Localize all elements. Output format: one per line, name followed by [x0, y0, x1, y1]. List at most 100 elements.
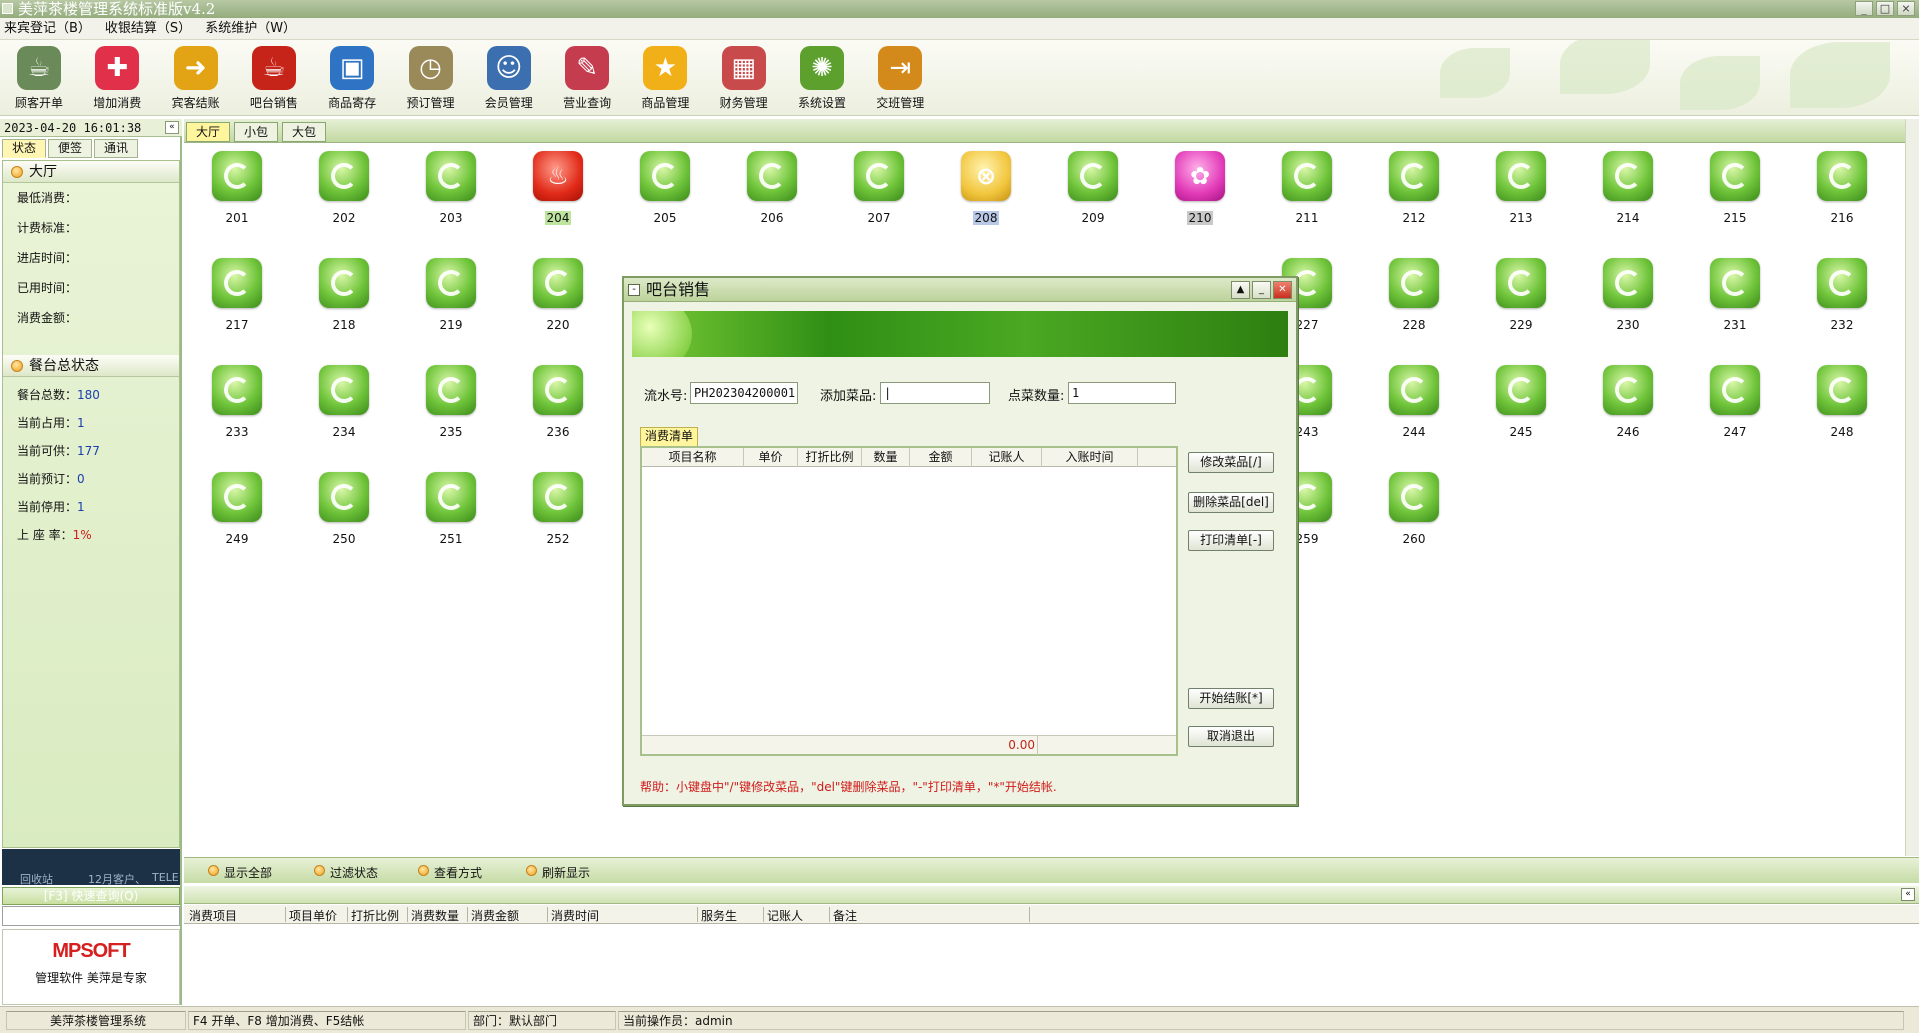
- maximize-button[interactable]: □: [1876, 1, 1894, 16]
- col-discount[interactable]: 打折比例: [798, 448, 862, 467]
- table-251[interactable]: 251: [416, 472, 486, 546]
- view-mode-button[interactable]: 查看方式: [418, 864, 482, 881]
- table-203[interactable]: 203: [416, 151, 486, 225]
- toolbar-button-8[interactable]: ✎ 营业查询: [550, 46, 624, 111]
- toolbar-button-5[interactable]: ▣ 商品寄存: [315, 46, 389, 111]
- table-246[interactable]: 246: [1593, 365, 1663, 439]
- toolbar-button-2[interactable]: ✚ 增加消费: [80, 46, 154, 111]
- tab-messages[interactable]: 通讯: [94, 139, 139, 158]
- detail-col-9[interactable]: 备注: [830, 907, 1030, 923]
- toolbar-button-9[interactable]: ★ 商品管理: [628, 46, 702, 111]
- close-button[interactable]: ×: [1897, 1, 1915, 16]
- add-item-input[interactable]: |: [880, 382, 990, 404]
- modify-item-button[interactable]: 修改菜品[/]: [1188, 452, 1274, 473]
- customer-file-label[interactable]: 12月客户、: [88, 871, 146, 885]
- menu-checkout[interactable]: 收银结算（S）: [105, 18, 191, 39]
- table-245[interactable]: 245: [1486, 365, 1556, 439]
- table-249[interactable]: 249: [202, 472, 272, 546]
- toolbar-button-11[interactable]: ✺ 系统设置: [785, 46, 859, 111]
- detail-col-4[interactable]: 消费数量: [408, 907, 468, 923]
- table-213[interactable]: 213: [1486, 151, 1556, 225]
- table-230[interactable]: 230: [1593, 258, 1663, 332]
- table-211[interactable]: 211: [1272, 151, 1342, 225]
- menu-guest-register[interactable]: 来宾登记（B）: [4, 18, 91, 39]
- table-248[interactable]: 248: [1807, 365, 1877, 439]
- table-202[interactable]: 202: [309, 151, 379, 225]
- app-icon[interactable]: [2, 3, 13, 14]
- table-218[interactable]: 218: [309, 258, 379, 332]
- table-209[interactable]: 209: [1058, 151, 1128, 225]
- dialog-close-button[interactable]: ✕: [1273, 281, 1292, 299]
- table-234[interactable]: 234: [309, 365, 379, 439]
- col-unit-price[interactable]: 单价: [744, 448, 798, 467]
- filter-status-button[interactable]: 过滤状态: [314, 864, 378, 881]
- tab-small-room[interactable]: 小包: [234, 122, 279, 142]
- table-205[interactable]: 205: [630, 151, 700, 225]
- table-215[interactable]: 215: [1700, 151, 1770, 225]
- detail-col-8[interactable]: 记账人: [764, 907, 830, 923]
- table-216[interactable]: 216: [1807, 151, 1877, 225]
- refresh-button[interactable]: 刷新显示: [526, 864, 590, 881]
- toolbar-button-4[interactable]: ☕ 吧台销售: [237, 46, 311, 111]
- tab-status[interactable]: 状态: [2, 139, 47, 158]
- quantity-input[interactable]: 1: [1068, 382, 1176, 404]
- vertical-scrollbar[interactable]: [1905, 119, 1919, 856]
- detail-col-7[interactable]: 服务生: [698, 907, 764, 923]
- table-232[interactable]: 232: [1807, 258, 1877, 332]
- table-201[interactable]: 201: [202, 151, 272, 225]
- dialog-minimize-button[interactable]: _: [1252, 281, 1271, 299]
- cancel-exit-button[interactable]: 取消退出: [1188, 726, 1274, 747]
- col-accountant[interactable]: 记账人: [972, 448, 1042, 467]
- table-219[interactable]: 219: [416, 258, 486, 332]
- table-233[interactable]: 233: [202, 365, 272, 439]
- col-entry-time[interactable]: 入账时间: [1042, 448, 1138, 467]
- collapse-panel-button[interactable]: «: [165, 121, 179, 134]
- table-206[interactable]: 206: [737, 151, 807, 225]
- col-item-name[interactable]: 项目名称: [642, 448, 744, 467]
- tele-label[interactable]: TELE: [152, 871, 179, 884]
- expand-detail-button[interactable]: «: [1901, 888, 1915, 901]
- detail-col-2[interactable]: 项目单价: [286, 907, 348, 923]
- table-220[interactable]: 220: [523, 258, 593, 332]
- dialog-title-bar[interactable]: - 吧台销售 ▲ _ ✕: [624, 278, 1296, 302]
- table-250[interactable]: 250: [309, 472, 379, 546]
- tab-consumption-list[interactable]: 消费清单: [640, 427, 699, 446]
- toolbar-button-6[interactable]: ◷ 预订管理: [394, 46, 468, 111]
- hall-section-header[interactable]: 大厅: [3, 161, 179, 183]
- quick-search-input[interactable]: [2, 906, 180, 926]
- dialog-restore-button[interactable]: ▲: [1231, 281, 1250, 299]
- table-235[interactable]: 235: [416, 365, 486, 439]
- table-229[interactable]: 229: [1486, 258, 1556, 332]
- tab-hall[interactable]: 大厅: [186, 122, 231, 142]
- toolbar-button-12[interactable]: ⇥ 交班管理: [863, 46, 937, 111]
- table-252[interactable]: 252: [523, 472, 593, 546]
- detail-col-6[interactable]: 消费时间: [548, 907, 698, 923]
- tab-large-room[interactable]: 大包: [282, 122, 327, 142]
- table-204[interactable]: ♨ 204: [523, 151, 593, 225]
- col-amount[interactable]: 金额: [910, 448, 972, 467]
- col-quantity[interactable]: 数量: [862, 448, 910, 467]
- table-217[interactable]: 217: [202, 258, 272, 332]
- table-214[interactable]: 214: [1593, 151, 1663, 225]
- start-checkout-button[interactable]: 开始结账[*]: [1188, 688, 1274, 709]
- detail-col-3[interactable]: 打折比例: [348, 907, 408, 923]
- delete-item-button[interactable]: 删除菜品[del]: [1188, 492, 1274, 513]
- table-247[interactable]: 247: [1700, 365, 1770, 439]
- minimize-button[interactable]: _: [1855, 1, 1873, 16]
- recycle-bin-label[interactable]: 回收站: [20, 871, 53, 885]
- detail-col-5[interactable]: 消费金额: [468, 907, 548, 923]
- toolbar-button-10[interactable]: ▦ 财务管理: [707, 46, 781, 111]
- table-207[interactable]: 207: [844, 151, 914, 225]
- print-list-button[interactable]: 打印清单[-]: [1188, 530, 1274, 551]
- toolbar-button-1[interactable]: ☕ 顾客开单: [2, 46, 76, 111]
- menu-system-maintenance[interactable]: 系统维护（W）: [205, 18, 296, 39]
- table-236[interactable]: 236: [523, 365, 593, 439]
- table-260[interactable]: 260: [1379, 472, 1449, 546]
- table-210[interactable]: ✿ 210: [1165, 151, 1235, 225]
- summary-section-header[interactable]: 餐台总状态: [3, 355, 179, 377]
- table-208[interactable]: ⊗ 208: [951, 151, 1021, 225]
- detail-col-1[interactable]: 消费项目: [186, 907, 286, 923]
- table-228[interactable]: 228: [1379, 258, 1449, 332]
- dialog-system-icon[interactable]: -: [628, 284, 640, 296]
- table-244[interactable]: 244: [1379, 365, 1449, 439]
